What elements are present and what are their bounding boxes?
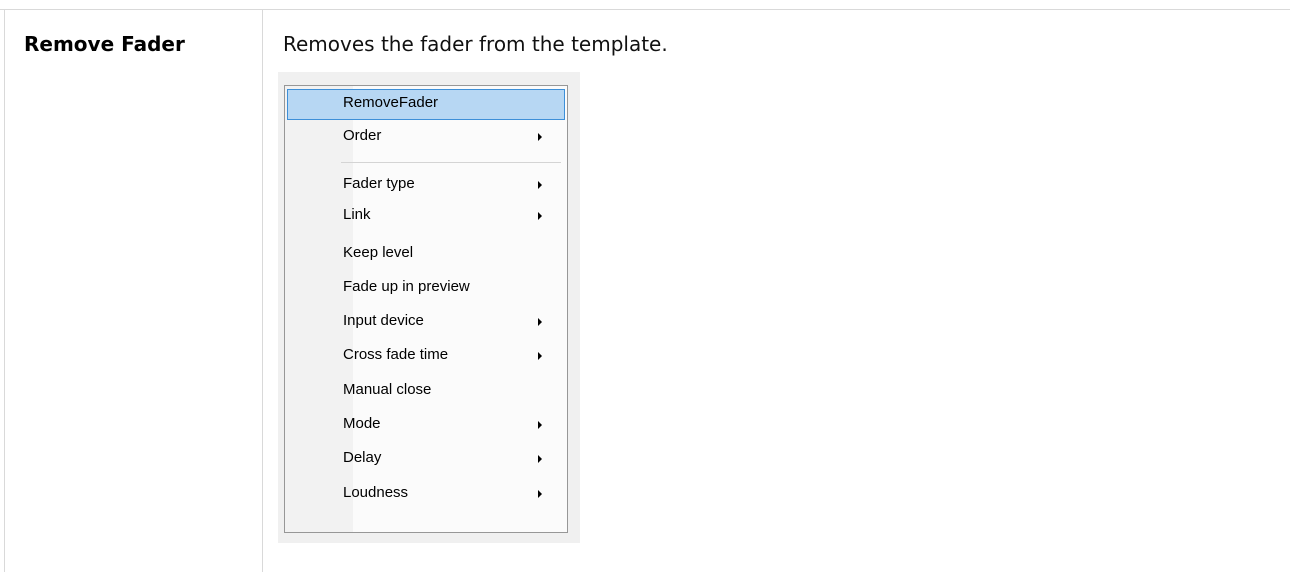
- menu-item-label: Fade up in preview: [343, 278, 470, 295]
- menu-item-label: Loudness: [343, 484, 409, 501]
- submenu-arrow-icon: [538, 133, 542, 141]
- menu-item-label: Delay: [343, 449, 382, 466]
- menu-item-link[interactable]: Link: [287, 201, 565, 232]
- table-rule-left: [4, 9, 5, 572]
- menu-item-fader-type[interactable]: Fader type: [287, 170, 565, 201]
- submenu-arrow-icon: [538, 181, 542, 189]
- menu-item-mode[interactable]: Mode: [287, 410, 565, 441]
- submenu-arrow-icon: [538, 421, 542, 429]
- submenu-arrow-icon: [538, 352, 542, 360]
- menu-item-label: Keep level: [343, 244, 414, 261]
- menu-item-cross-fade-time[interactable]: Cross fade time: [287, 341, 565, 372]
- menu-item-manual-close[interactable]: Manual close: [287, 376, 565, 407]
- submenu-arrow-icon: [538, 490, 542, 498]
- context-menu-screenshot: RemoveFader Order Fader type Link Keep l…: [278, 72, 580, 543]
- menu-item-input-device[interactable]: Input device: [287, 307, 565, 338]
- term-cell: Remove Fader: [24, 32, 185, 56]
- menu-item-label: Order: [343, 127, 382, 144]
- submenu-arrow-icon: [538, 318, 542, 326]
- menu-item-label: Cross fade time: [343, 346, 449, 363]
- menu-item-delay[interactable]: Delay: [287, 444, 565, 475]
- menu-item-label: Input device: [343, 312, 424, 329]
- context-menu: RemoveFader Order Fader type Link Keep l…: [284, 85, 568, 533]
- submenu-arrow-icon: [538, 212, 542, 220]
- menu-item-order[interactable]: Order: [287, 122, 565, 153]
- menu-item-loudness[interactable]: Loudness: [287, 479, 565, 510]
- menu-item-label: RemoveFader: [343, 94, 439, 111]
- table-rule-top: [0, 9, 1290, 10]
- submenu-arrow-icon: [538, 455, 542, 463]
- menu-item-label: Manual close: [343, 381, 432, 398]
- table-rule-column-divider: [262, 9, 263, 572]
- description-cell: Removes the fader from the template.: [283, 32, 668, 56]
- menu-item-label: Mode: [343, 415, 381, 432]
- menu-item-label: Fader type: [343, 175, 415, 192]
- menu-item-remove-fader[interactable]: RemoveFader: [287, 89, 565, 120]
- menu-item-fade-up-in-preview[interactable]: Fade up in preview: [287, 273, 565, 304]
- menu-item-keep-level[interactable]: Keep level: [287, 239, 565, 270]
- menu-separator: [341, 162, 561, 163]
- menu-item-label: Link: [343, 206, 371, 223]
